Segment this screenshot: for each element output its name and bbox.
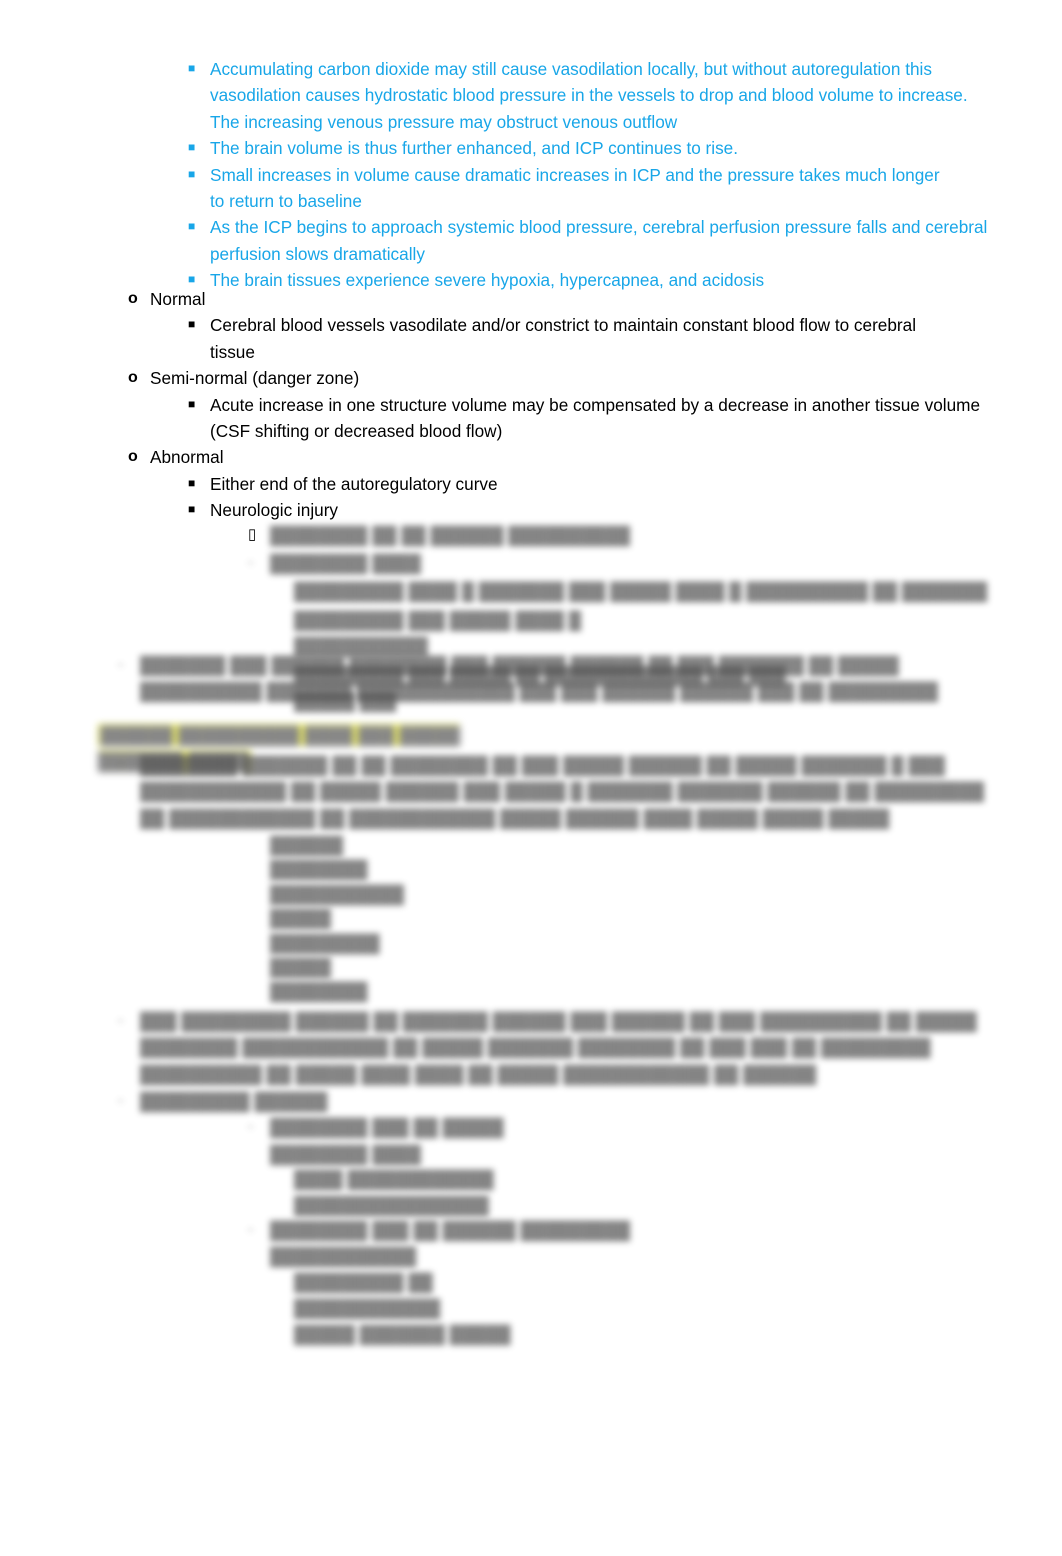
blue-bullet-section: ■ Accumulating carbon dioxide may still … — [0, 56, 1062, 294]
state-label: Normal — [150, 289, 206, 309]
state-label: Semi-normal (danger zone) — [150, 368, 360, 389]
obscured-list-item: ████████ — [270, 859, 368, 880]
obscured-paragraph-after: - ███████ ███ ██████ ████████ ███ ██████… — [0, 652, 1062, 705]
obscured-text: ███████ ███ ██████ ████████ ███ ██████ █… — [140, 655, 938, 702]
list-item-label: Small increases in volume cause dramatic… — [210, 164, 940, 212]
obscured-list-item: █████████ ██ ████████████ — [294, 1271, 441, 1319]
list-item-label: Either end of the autoregulatory curve — [210, 473, 498, 494]
state-item-semi-normal: o Semi-normal (danger zone) — [128, 365, 1062, 391]
missing-glyph-icon: ▯ — [248, 526, 257, 543]
circle-bullet-icon: o — [128, 448, 138, 466]
obscured-heading: █████████ ██████ — [140, 1091, 328, 1111]
obscured-text: █████████ ████ █ ███████ ███ █████ ████ … — [294, 581, 988, 602]
dash-bullet-icon: - — [118, 1092, 123, 1109]
state-label: Abnormal — [150, 447, 224, 468]
list-item: ■ Acute increase in one structure volume… — [188, 392, 1062, 445]
obscured-list-item: █████ — [270, 908, 331, 929]
dash-bullet-icon: - — [248, 554, 253, 571]
square-bullet-icon: ■ — [188, 140, 196, 155]
square-bullet-icon: ■ — [188, 61, 196, 75]
obscured-list-item: ████████ ███ ██ █████ ████████ ████ — [270, 1117, 504, 1164]
list-item: ■ Small increases in volume cause dramat… — [188, 162, 1062, 215]
obscured-big-paragraph: - ████████ ███████ ██ ██ ████████ ██ ███… — [0, 752, 1062, 831]
obscured-list-item: █████████ — [270, 932, 380, 953]
list-item: ■ Accumulating carbon dioxide may still … — [188, 56, 1062, 135]
list-item: ■ Either end of the autoregulatory curve — [188, 471, 1062, 497]
obscured-list-item: ████ ████████████ — [294, 1169, 494, 1190]
obscured-list-item: █████ — [270, 957, 331, 978]
list-item-label: Acute increase in one structure volume m… — [210, 394, 981, 442]
obscured-short-list: ██████ ████████ ███████████ █████ ██████… — [0, 832, 1062, 1005]
state-item-abnormal: o Abnormal — [128, 444, 1062, 470]
document-page: ■ Accumulating carbon dioxide may still … — [0, 0, 1062, 1556]
circle-bullet-icon: o — [128, 290, 138, 307]
list-item-label: The brain volume is thus further enhance… — [210, 138, 739, 159]
obscured-list-item: █████ ███████ █████ — [294, 1323, 511, 1344]
list-item-label: Cerebral blood vessels vasodilate and/or… — [210, 315, 917, 362]
list-item: ■ Cerebral blood vessels vasodilate and/… — [188, 312, 1062, 365]
autoregulation-states-section: o Normal ■ Cerebral blood vessels vasodi… — [0, 286, 1062, 524]
square-bullet-icon: ■ — [188, 166, 196, 181]
obscured-effects-paragraph: - ███ █████████ ██████ ██ ███████ ██████… — [0, 1008, 1062, 1087]
square-bullet-icon: ■ — [188, 502, 196, 517]
state-item-normal: o Normal — [128, 286, 1062, 312]
list-item: ■ As the ICP begins to approach systemic… — [188, 214, 1062, 267]
obscured-subheading: ████████ ████ — [270, 553, 421, 573]
square-bullet-icon: ■ — [188, 396, 196, 411]
obscured-tofu-row: ▯ ████████ ██ ██ ██████ ██████████ — [0, 522, 1062, 548]
obscured-edema-section: - █████████ ██████ - ████████ ███ ██ ███… — [0, 1088, 1062, 1347]
dash-bullet-icon: - — [118, 1012, 123, 1029]
list-item: ■ Neurologic injury — [188, 497, 1062, 523]
list-item-label: As the ICP begins to approach systemic b… — [210, 217, 988, 264]
square-bullet-icon: ■ — [188, 317, 196, 332]
obscured-list-item: ████████ — [270, 981, 368, 1002]
obscured-list-item: ████████████████ — [294, 1194, 489, 1215]
obscured-text: ████████ ██ ██ ██████ ██████████ — [270, 525, 631, 545]
dash-bullet-icon: - — [248, 1221, 253, 1239]
obscured-text: ███ █████████ ██████ ██ ███████ ██████ █… — [140, 1011, 977, 1084]
dash-bullet-icon: - — [248, 1118, 253, 1136]
circle-bullet-icon: o — [128, 369, 138, 387]
list-item-label: Accumulating carbon dioxide may still ca… — [210, 59, 968, 132]
square-bullet-icon: ■ — [188, 475, 196, 490]
dash-bullet-icon: - — [118, 656, 123, 673]
obscured-list-item: ██████ — [270, 835, 344, 855]
dash-bullet-icon: - — [118, 756, 123, 773]
list-item-label: Neurologic injury — [210, 500, 339, 521]
list-item: ■ The brain volume is thus further enhan… — [188, 135, 1062, 161]
square-bullet-icon: ■ — [188, 219, 196, 234]
obscured-text: ████████ ███████ ██ ██ ████████ ██ ███ █… — [140, 755, 985, 828]
obscured-list-item: ███████████ — [270, 883, 404, 904]
obscured-list-item: ████████ ███ ██ ██████ █████████ ███████… — [270, 1220, 631, 1267]
